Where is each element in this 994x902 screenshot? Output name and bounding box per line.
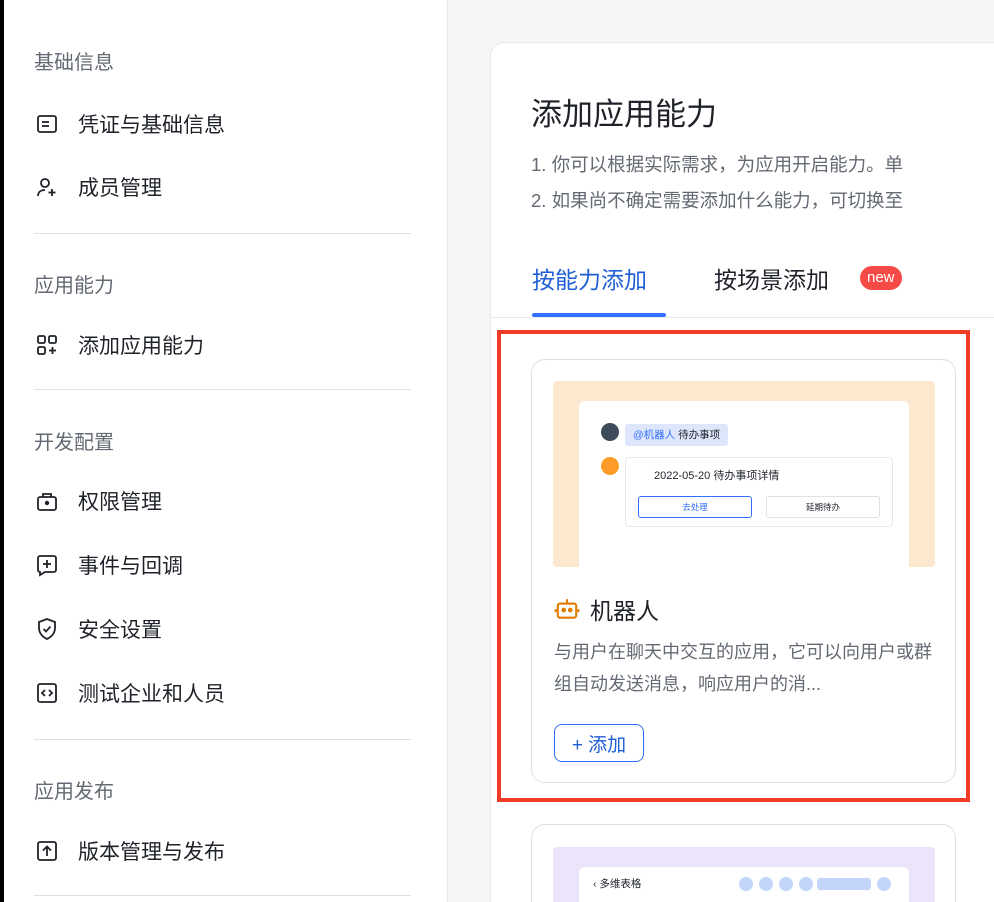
sidebar-divider	[34, 739, 411, 740]
sidebar-item-label: 添加应用能力	[78, 335, 204, 358]
sidebar-item-label: 版本管理与发布	[78, 841, 225, 864]
preview-title-text: 多维表格	[599, 878, 642, 890]
tab-by-scenario[interactable]: 按场景添加	[714, 261, 829, 295]
sidebar-section-release: 应用发布	[34, 781, 114, 803]
preview-message-card: 2022-05-20 待办事项详情 去处理 延期待办	[625, 457, 893, 527]
sidebar-section-dev: 开发配置	[34, 432, 114, 454]
sidebar-item-label: 测试企业和人员	[78, 683, 225, 706]
mention-bubble: @机器人 待办事项	[625, 424, 729, 446]
description-line-1: 1. 你可以根据实际需求，为应用开启能力。单	[531, 154, 904, 175]
preview-window: ‹ 多维表格	[579, 867, 909, 902]
sidebar-section-capability: 应用能力	[34, 275, 114, 297]
upload-icon	[34, 838, 60, 864]
credential-icon	[34, 111, 60, 137]
bitable-feature-card[interactable]: ‹ 多维表格	[531, 824, 956, 902]
avatar-dot	[759, 877, 773, 891]
robot-icon	[554, 596, 580, 622]
page-title: 添加应用能力	[531, 97, 717, 132]
todo-text: 待办事项	[678, 429, 721, 441]
preview-title: ‹ 多维表格	[593, 878, 642, 890]
sidebar-item-members[interactable]: 成员管理	[34, 167, 162, 207]
event-icon	[34, 552, 60, 578]
avatar-dot	[877, 877, 891, 891]
avatar-dot	[799, 877, 813, 891]
sidebar: 基础信息 凭证与基础信息 成员管理 应用能力 添加应用能力 开发配置 权限管理 …	[4, 0, 448, 902]
main-content: 添加应用能力 1. 你可以根据实际需求，为应用开启能力。单 2. 如果尚不确定需…	[449, 0, 994, 902]
avatar-dot	[739, 877, 753, 891]
add-bot-button[interactable]: + 添加	[554, 724, 644, 762]
sidebar-item-label: 成员管理	[78, 177, 162, 200]
new-badge: new	[860, 266, 902, 290]
bot-avatar	[601, 457, 619, 475]
bot-feature-card[interactable]: @机器人 待办事项 2022-05-20 待办事项详情 去处理 延期待办 机器人…	[531, 359, 956, 783]
bitable-preview-image: ‹ 多维表格	[553, 847, 935, 902]
preview-delay-button: 延期待办	[766, 496, 880, 518]
sidebar-item-permissions[interactable]: 权限管理	[34, 481, 162, 521]
sidebar-item-test-org[interactable]: 测试企业和人员	[34, 673, 225, 713]
sidebar-item-label: 安全设置	[78, 619, 162, 642]
feature-description: 与用户在聊天中交互的应用，它可以向用户或群组自动发送消息，响应用户的消...	[554, 642, 932, 694]
add-member-icon	[34, 174, 60, 200]
mention-text: @机器人	[633, 429, 676, 441]
sidebar-section-basic: 基础信息	[34, 52, 114, 74]
shield-icon	[34, 616, 60, 642]
feature-title: 机器人	[554, 592, 659, 626]
preview-message-title: 2022-05-20 待办事项详情	[654, 470, 780, 482]
sidebar-item-add-capability[interactable]: 添加应用能力	[34, 325, 204, 365]
user-avatar	[601, 423, 619, 441]
add-apps-icon	[34, 332, 60, 358]
preview-chat-window: @机器人 待办事项 2022-05-20 待办事项详情 去处理 延期待办	[579, 401, 909, 567]
sidebar-item-label: 权限管理	[78, 491, 162, 514]
toolbar-bar	[817, 878, 871, 890]
sidebar-item-label: 事件与回调	[78, 555, 183, 578]
sidebar-divider	[34, 389, 411, 390]
avatar-dot	[779, 877, 793, 891]
tabs-divider	[491, 317, 994, 318]
permission-icon	[34, 488, 60, 514]
code-icon	[34, 680, 60, 706]
preview-process-button: 去处理	[638, 496, 752, 518]
bot-preview-image: @机器人 待办事项 2022-05-20 待办事项详情 去处理 延期待办	[553, 381, 935, 567]
description-line-2: 2. 如果尚不确定需要添加什么能力，可切换至	[531, 190, 904, 211]
sidebar-item-versions[interactable]: 版本管理与发布	[34, 831, 225, 871]
feature-name: 机器人	[590, 598, 659, 624]
tab-by-capability[interactable]: 按能力添加	[532, 261, 647, 295]
sidebar-item-events[interactable]: 事件与回调	[34, 545, 183, 585]
sidebar-item-security[interactable]: 安全设置	[34, 609, 162, 649]
sidebar-item-label: 凭证与基础信息	[78, 114, 225, 137]
sidebar-item-credentials[interactable]: 凭证与基础信息	[34, 104, 225, 144]
sidebar-divider	[34, 895, 411, 896]
sidebar-divider	[34, 233, 411, 234]
